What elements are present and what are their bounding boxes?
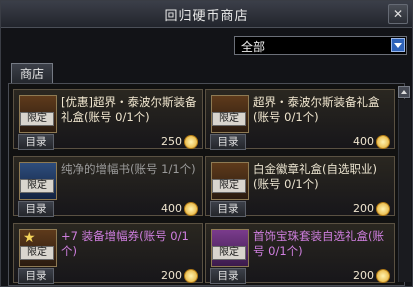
plus-seven-icon: ★ bbox=[23, 230, 36, 246]
scroll-up-button[interactable] bbox=[398, 86, 410, 98]
catalog-button[interactable]: 目录 bbox=[18, 134, 54, 150]
scrollbar-track[interactable] bbox=[398, 99, 411, 282]
item-price: 400 bbox=[161, 202, 182, 215]
coin-icon bbox=[376, 135, 390, 149]
item-name: 超界・泰波尔斯装备礼盒(账号 0/1个) bbox=[253, 95, 380, 124]
limited-badge: 限定 bbox=[20, 246, 54, 260]
item-price: 200 bbox=[353, 202, 374, 215]
shop-item[interactable]: 限定 纯净的增幅书(账号 1/1个) 目录 400 bbox=[13, 156, 203, 217]
limited-badge: 限定 bbox=[212, 179, 246, 193]
category-dropdown[interactable]: 全部 bbox=[234, 36, 407, 55]
coin-icon bbox=[376, 202, 390, 216]
coin-icon bbox=[184, 202, 198, 216]
shop-item[interactable]: 限定 首饰宝珠套装自选礼盒(账号 0/1个) 目录 200 bbox=[205, 223, 395, 284]
item-name: +7 装备增幅券(账号 0/1个) bbox=[61, 229, 189, 258]
item-price: 250 bbox=[161, 135, 182, 148]
catalog-button[interactable]: 目录 bbox=[210, 201, 246, 217]
item-price: 200 bbox=[353, 269, 374, 282]
limited-badge: 限定 bbox=[20, 112, 54, 126]
catalog-button[interactable]: 目录 bbox=[210, 268, 246, 284]
coin-icon bbox=[376, 269, 390, 283]
shop-item[interactable]: 限定 白金徽章礼盒(自选职业)(账号 0/1个) 目录 200 bbox=[205, 156, 395, 217]
item-price: 200 bbox=[161, 269, 182, 282]
shop-item[interactable]: ★ 限定 +7 装备增幅券(账号 0/1个) 目录 200 bbox=[13, 223, 203, 284]
item-name: 首饰宝珠套装自选礼盒(账号 0/1个) bbox=[253, 229, 384, 258]
limited-badge: 限定 bbox=[212, 246, 246, 260]
coin-icon bbox=[184, 269, 198, 283]
item-name: [优惠]超界・泰波尔斯装备礼盒(账号 0/1个) bbox=[61, 95, 197, 124]
close-button[interactable]: ✕ bbox=[388, 4, 408, 24]
shop-item[interactable]: 限定 超界・泰波尔斯装备礼盒(账号 0/1个) 目录 400 bbox=[205, 89, 395, 150]
tab-shop[interactable]: 商店 bbox=[11, 63, 53, 84]
catalog-button[interactable]: 目录 bbox=[210, 134, 246, 150]
shop-window: 回归硬币商店 ✕ 全部 商店 限定 [优惠]超界・泰波尔斯装备礼盒(账号 0/1… bbox=[0, 0, 413, 287]
title-bar[interactable]: 回归硬币商店 ✕ bbox=[1, 1, 412, 28]
catalog-button[interactable]: 目录 bbox=[18, 201, 54, 217]
catalog-button[interactable]: 目录 bbox=[18, 268, 54, 284]
coin-icon bbox=[184, 135, 198, 149]
limited-badge: 限定 bbox=[212, 112, 246, 126]
limited-badge: 限定 bbox=[20, 179, 54, 193]
chevron-down-icon[interactable] bbox=[391, 38, 405, 52]
item-name: 白金徽章礼盒(自选职业)(账号 0/1个) bbox=[253, 162, 377, 191]
window-title: 回归硬币商店 bbox=[164, 9, 249, 24]
item-price: 400 bbox=[353, 135, 374, 148]
category-selected: 全部 bbox=[241, 40, 266, 54]
shop-item[interactable]: 限定 [优惠]超界・泰波尔斯装备礼盒(账号 0/1个) 目录 250 bbox=[13, 89, 203, 150]
item-name: 纯净的增幅书(账号 1/1个) bbox=[61, 162, 196, 176]
